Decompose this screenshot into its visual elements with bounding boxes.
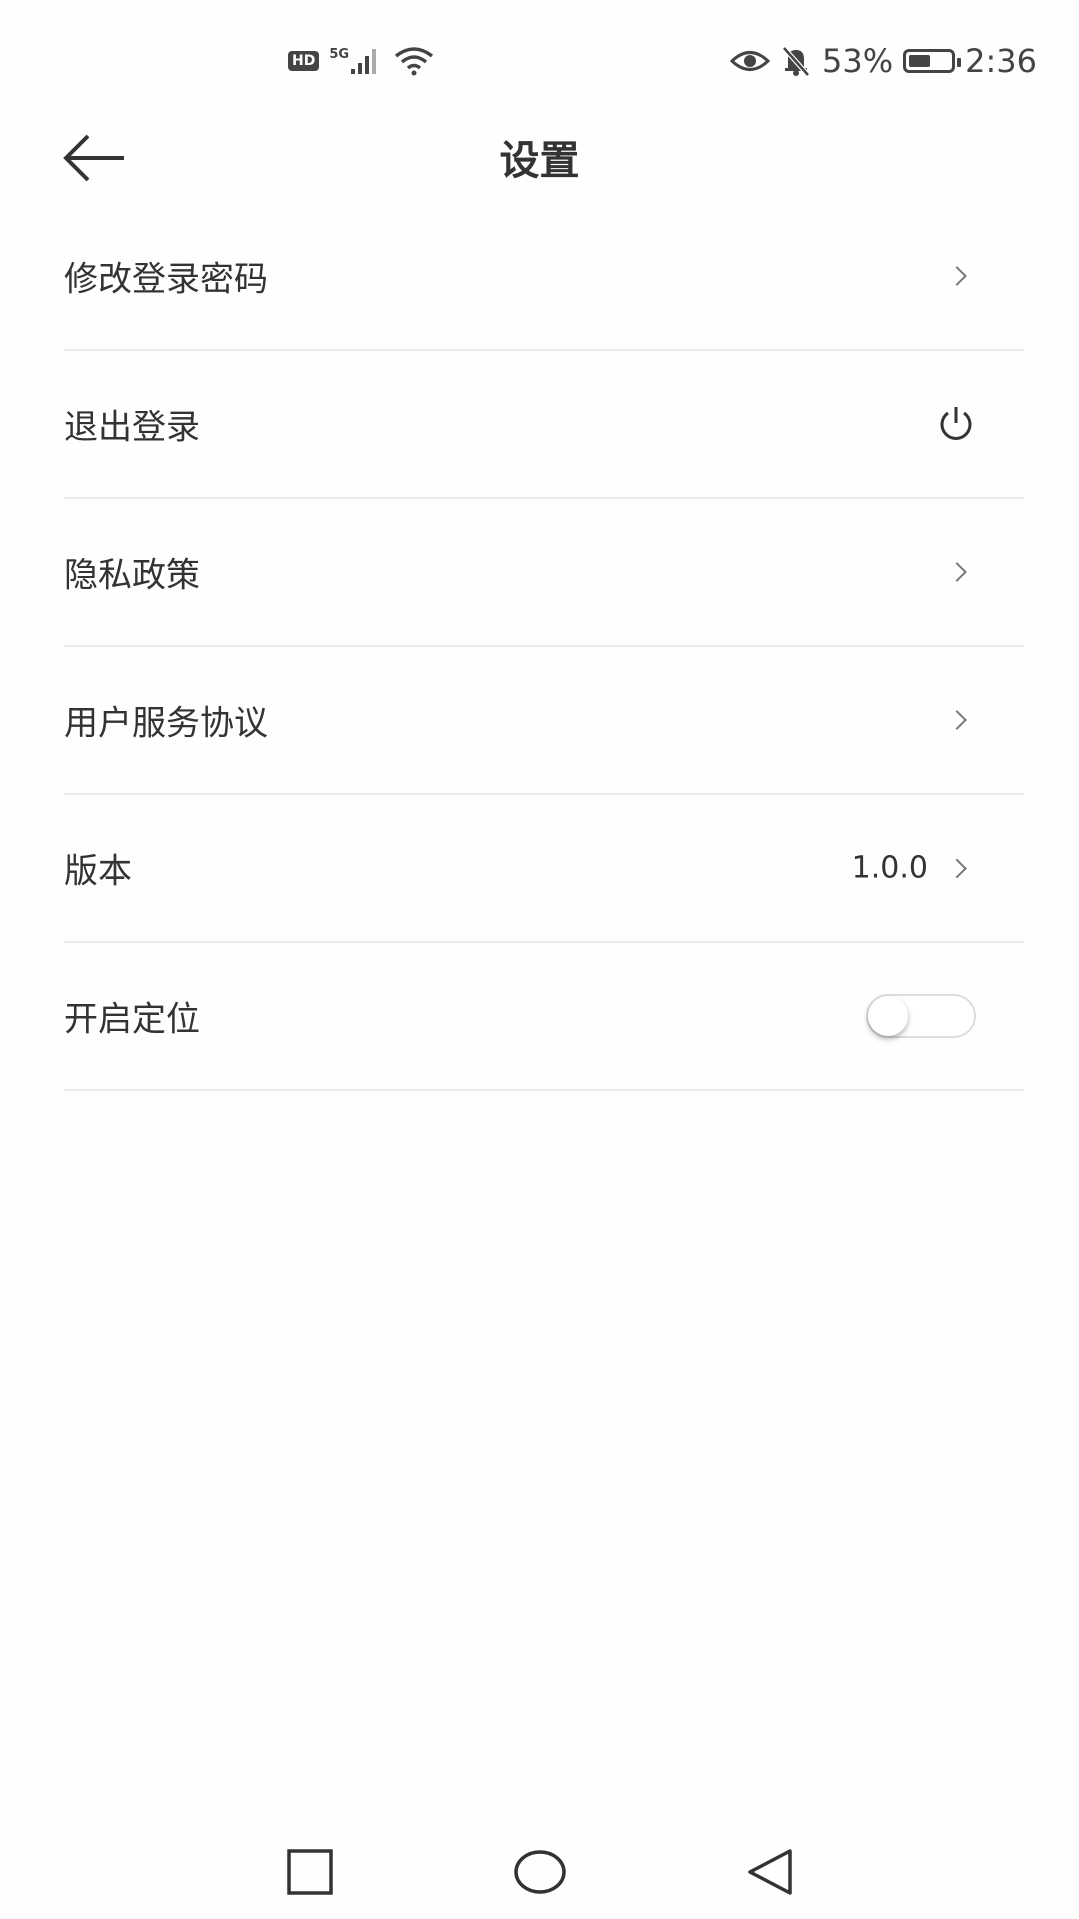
battery-cap (957, 58, 962, 67)
chevron-right-icon (947, 858, 967, 878)
app-header: 设置 (0, 110, 1079, 200)
wifi-icon (394, 47, 434, 76)
status-indicators: 53% 2:36 (730, 42, 1037, 80)
item-label: 修改登录密码 (64, 259, 268, 300)
square-icon (287, 1849, 333, 1895)
network-indicators: HD 5G (288, 46, 435, 76)
hd-badge: HD (288, 51, 320, 71)
chevron-right-icon (947, 266, 967, 286)
system-nav-bar (0, 1820, 1079, 1919)
item-label: 用户服务协议 (64, 703, 268, 744)
power-icon (940, 407, 972, 440)
item-label: 版本 (64, 851, 132, 892)
location-toggle[interactable] (866, 994, 976, 1038)
version-item[interactable]: 版本 1.0.0 (64, 795, 1024, 943)
eye-icon (730, 51, 771, 71)
logout-item[interactable]: 退出登录 (64, 351, 1024, 499)
chevron-right-icon (947, 562, 967, 582)
signal-bars-icon (351, 49, 377, 74)
triangle-back-icon (748, 1849, 792, 1895)
chevron-right-icon (947, 710, 967, 730)
home-button[interactable] (510, 1842, 570, 1902)
settings-list: 修改登录密码 退出登录 隐私政策 用户服务协议 版本 1.0.0 开启定位 (64, 203, 1024, 1091)
privacy-policy-item[interactable]: 隐私政策 (64, 499, 1024, 647)
battery-percent: 53% (822, 42, 894, 80)
item-label: 隐私政策 (64, 555, 200, 596)
recent-apps-button[interactable] (280, 1842, 340, 1902)
version-value: 1.0.0 (851, 850, 928, 886)
enable-location-item: 开启定位 (64, 943, 1024, 1091)
back-nav-button[interactable] (740, 1842, 800, 1902)
toggle-knob (868, 996, 908, 1036)
page-title: 设置 (499, 138, 580, 184)
circle-icon (514, 1850, 566, 1894)
network-type: 5G (329, 47, 350, 62)
change-password-item[interactable]: 修改登录密码 (64, 203, 1024, 351)
item-label: 退出登录 (64, 407, 200, 448)
battery-icon (903, 49, 962, 73)
item-label: 开启定位 (64, 999, 200, 1040)
user-agreement-item[interactable]: 用户服务协议 (64, 647, 1024, 795)
signal-icon: 5G (329, 47, 383, 75)
clock: 2:36 (965, 42, 1037, 80)
battery-level-fill (909, 55, 931, 67)
bell-off-icon (782, 46, 810, 77)
